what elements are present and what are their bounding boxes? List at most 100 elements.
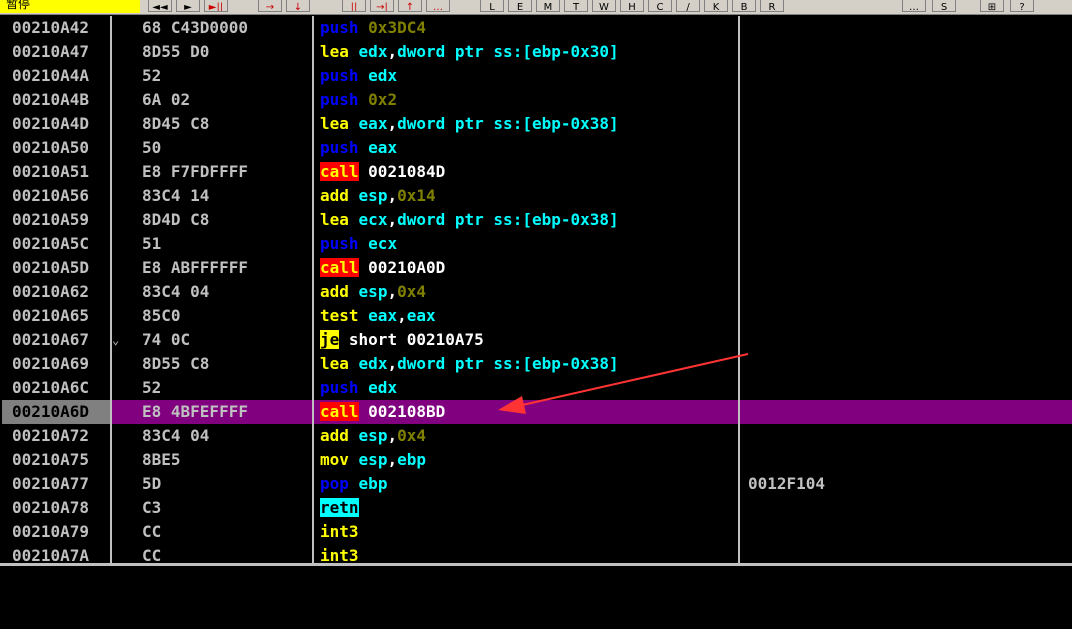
toolbar-button-17[interactable]: K — [704, 0, 728, 12]
table-row[interactable]: 00210A67 ⌄ 74 0C je short 00210A75 — [2, 328, 1072, 352]
disassembly-cell: mov esp,ebp — [320, 448, 738, 472]
disassembly-cell: push 0x3DC4 — [320, 16, 738, 40]
column-divider-hex[interactable] — [312, 16, 314, 563]
address-cell: 00210A5C — [12, 234, 90, 253]
table-row[interactable]: 00210A72 83C4 04 add esp,0x4 — [2, 424, 1072, 448]
jump-marker — [112, 112, 128, 136]
disassembly-cell: add esp,0x14 — [320, 184, 738, 208]
toolbar-button-4[interactable]: ↓ — [286, 0, 310, 12]
mnemonic: call — [320, 258, 359, 277]
table-row[interactable]: 00210A4D 8D45 C8 lea eax,dword ptr ss:[ebp… — [2, 112, 1072, 136]
table-row[interactable]: 00210A77 5D pop ebp 0012F104 — [2, 472, 1072, 496]
disassembly-cell: call 0021084D — [320, 160, 738, 184]
comment-cell — [748, 496, 1068, 520]
table-row[interactable]: 00210A69 8D55 C8 lea edx,dword ptr ss:[ebp… — [2, 352, 1072, 376]
disassembly-cell: add esp,0x4 — [320, 280, 738, 304]
toolbar-button-8[interactable]: … — [426, 0, 450, 12]
toolbar-button-0[interactable]: ◄◄ — [148, 0, 172, 12]
table-row[interactable]: 00210A7A CC int3 — [2, 544, 1072, 563]
jump-marker — [112, 16, 128, 40]
table-row[interactable]: 00210A6D E8 4BFEFFFF call 002108BD — [2, 400, 1072, 424]
operand: ebp — [397, 450, 426, 469]
toolbar-button-16[interactable]: / — [676, 0, 700, 12]
mnemonic: test — [320, 306, 359, 325]
disassembly-pane[interactable]: 00210A42 68 C43D0000 push 0x3DC4 00210A47 8D… — [2, 16, 1072, 563]
address-cell: 00210A78 — [12, 498, 90, 517]
comment-cell — [748, 64, 1068, 88]
toolbar-button-20[interactable]: … — [902, 0, 926, 12]
operand: , — [387, 426, 398, 445]
disassembly-cell: test eax,eax — [320, 304, 738, 328]
toolbar-button-13[interactable]: W — [592, 0, 616, 12]
table-row[interactable]: 00210A5C 51 push ecx — [2, 232, 1072, 256]
toolbar-button-11[interactable]: M — [536, 0, 560, 12]
disassembly-cell: push 0x2 — [320, 88, 738, 112]
jump-marker — [112, 256, 128, 280]
toolbar-button-10[interactable]: E — [508, 0, 532, 12]
table-row[interactable]: 00210A79 CC int3 — [2, 520, 1072, 544]
table-row[interactable]: 00210A6C 52 push edx — [2, 376, 1072, 400]
toolbar-button-18[interactable]: B — [732, 0, 756, 12]
toolbar-button-1[interactable]: ► — [176, 0, 200, 12]
toolbar-button-9[interactable]: L — [480, 0, 504, 12]
operand: eax — [406, 306, 436, 325]
operand: dword ptr ss:[ebp-0x30] — [397, 42, 619, 61]
jump-marker — [112, 232, 128, 256]
jump-marker — [112, 136, 128, 160]
toolbar-button-22[interactable]: ⊞ — [980, 0, 1004, 12]
table-row[interactable]: 00210A47 8D55 D0 lea edx,dword ptr ss:[ebp… — [2, 40, 1072, 64]
table-row[interactable]: 00210A51 E8 F7FDFFFF call 0021084D — [2, 160, 1072, 184]
hex-dump-cell: 8D4D C8 — [142, 210, 210, 229]
jump-marker — [112, 544, 128, 563]
toolbar-button-21[interactable]: S — [932, 0, 956, 12]
toolbar-button-6[interactable]: →| — [370, 0, 394, 12]
info-pane — [2, 566, 1072, 629]
address-cell: 00210A7A — [12, 546, 90, 563]
comment-cell — [748, 328, 1068, 352]
address-cell: 00210A6D — [2, 400, 110, 424]
comment-cell — [748, 448, 1068, 472]
operand: dword ptr ss:[ebp-0x38] — [397, 210, 619, 229]
table-row[interactable]: 00210A78 C3 retn — [2, 496, 1072, 520]
table-row[interactable]: 00210A75 8BE5 mov esp,ebp — [2, 448, 1072, 472]
operand: esp — [358, 282, 388, 301]
toolbar-button-19[interactable]: R — [760, 0, 784, 12]
table-row[interactable]: 00210A5D E8 ABFFFFFF call 00210A0D — [2, 256, 1072, 280]
toolbar-button-3[interactable]: → — [258, 0, 282, 12]
mnemonic: add — [320, 426, 349, 445]
toolbar-button-12[interactable]: T — [564, 0, 588, 12]
comment-cell — [748, 136, 1068, 160]
toolbar-button-7[interactable]: ↑ — [398, 0, 422, 12]
toolbar-button-5[interactable]: || — [342, 0, 366, 12]
column-divider-disasm[interactable] — [738, 16, 740, 563]
table-row[interactable]: 00210A59 8D4D C8 lea ecx,dword ptr ss:[ebp… — [2, 208, 1072, 232]
hex-dump-cell: 74 0C — [142, 330, 191, 349]
hex-dump-cell: 8D45 C8 — [142, 114, 210, 133]
operand: edx — [358, 354, 388, 373]
table-row[interactable]: 00210A4B 6A 02 push 0x2 — [2, 88, 1072, 112]
address-cell: 00210A5D — [12, 258, 90, 277]
jump-marker — [112, 352, 128, 376]
hex-dump-cell: E8 ABFFFFFF — [142, 258, 248, 277]
toolbar-button-23[interactable]: ? — [1010, 0, 1034, 12]
address-cell: 00210A79 — [12, 522, 90, 541]
operand: , — [387, 354, 398, 373]
disassembly-cell: push eax — [320, 136, 738, 160]
operand: , — [387, 282, 398, 301]
mnemonic: pop — [320, 474, 349, 493]
jump-marker — [112, 64, 128, 88]
toolbar-button-2[interactable]: ►|| — [204, 0, 228, 12]
table-row[interactable]: 00210A42 68 C43D0000 push 0x3DC4 — [2, 16, 1072, 40]
table-row[interactable]: 00210A62 83C4 04 add esp,0x4 — [2, 280, 1072, 304]
address-cell: 00210A75 — [12, 450, 90, 469]
toolbar-button-14[interactable]: H — [620, 0, 644, 12]
hex-dump-cell: 8BE5 — [142, 450, 181, 469]
table-row[interactable]: 00210A50 50 push eax — [2, 136, 1072, 160]
mnemonic: call — [320, 162, 359, 181]
toolbar-button-15[interactable]: C — [648, 0, 672, 12]
column-divider-address[interactable] — [110, 16, 112, 563]
table-row[interactable]: 00210A4A 52 push edx — [2, 64, 1072, 88]
table-row[interactable]: 00210A56 83C4 14 add esp,0x14 — [2, 184, 1072, 208]
table-row[interactable]: 00210A65 85C0 test eax,eax — [2, 304, 1072, 328]
hex-dump-cell: CC — [142, 522, 162, 541]
